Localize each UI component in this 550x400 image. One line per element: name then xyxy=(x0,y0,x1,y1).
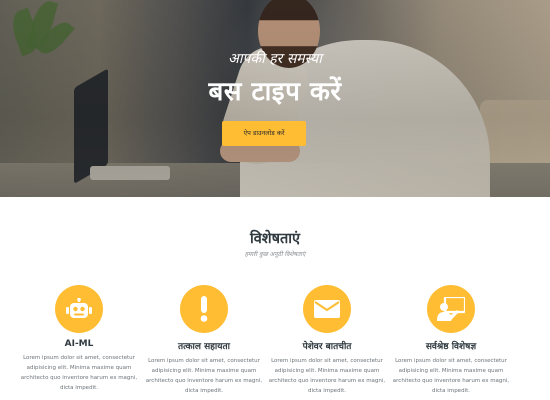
feature-card-ai-ml: AI-ML Lorem ipsum dolor sit amet, consec… xyxy=(17,285,141,393)
feature-title: AI-ML xyxy=(64,339,94,349)
feature-title: पेशेवर बातचीत xyxy=(302,342,352,352)
features-title: विशेषताएं xyxy=(249,231,301,247)
feature-card-instant-help: तत्काल सहायता Lorem ipsum dolor sit amet… xyxy=(142,285,266,396)
feature-description: Lorem ipsum dolor sit amet, consectetur … xyxy=(145,358,263,394)
feature-title: तत्काल सहायता xyxy=(178,342,230,352)
feature-card-professional-chat: पेशेवर बातचीत Lorem ipsum dolor sit amet… xyxy=(265,285,389,396)
features-subtitle: हमारी कुछ अनूठी विशेषताएं xyxy=(244,251,306,258)
feature-description: Lorem ipsum dolor sit amet, consectetur … xyxy=(392,358,510,394)
hero-section: आपकी हर समस्या बस टाइप करें ऐप डाउनलोड क… xyxy=(0,0,550,197)
feature-description: Lorem ipsum dolor sit amet, consectetur … xyxy=(20,355,138,391)
download-app-button[interactable]: ऐप डाउनलोड करें xyxy=(222,121,306,146)
feature-title: सर्वश्रेष्ठ विशेषज्ञ xyxy=(425,342,477,352)
envelope-icon xyxy=(314,300,340,318)
feature-icon-circle xyxy=(55,285,103,333)
features-section: विशेषताएं हमारी कुछ अनूठी विशेषताएं AI-M… xyxy=(0,197,550,400)
hero-title: बस टाइप करें xyxy=(208,77,342,107)
exclamation-icon xyxy=(198,296,210,322)
hero-content: आपकी हर समस्या बस टाइप करें ऐप डाउनलोड क… xyxy=(0,0,550,197)
teacher-icon xyxy=(437,297,465,321)
feature-card-best-experts: सर्वश्रेष्ठ विशेषज्ञ Lorem ipsum dolor s… xyxy=(389,285,513,396)
feature-icon-circle xyxy=(180,285,228,333)
feature-icon-circle xyxy=(303,285,351,333)
feature-icon-circle xyxy=(427,285,475,333)
feature-description: Lorem ipsum dolor sit amet, consectetur … xyxy=(268,358,386,394)
hero-subtitle: आपकी हर समस्या xyxy=(228,51,322,67)
robot-icon xyxy=(66,298,92,320)
